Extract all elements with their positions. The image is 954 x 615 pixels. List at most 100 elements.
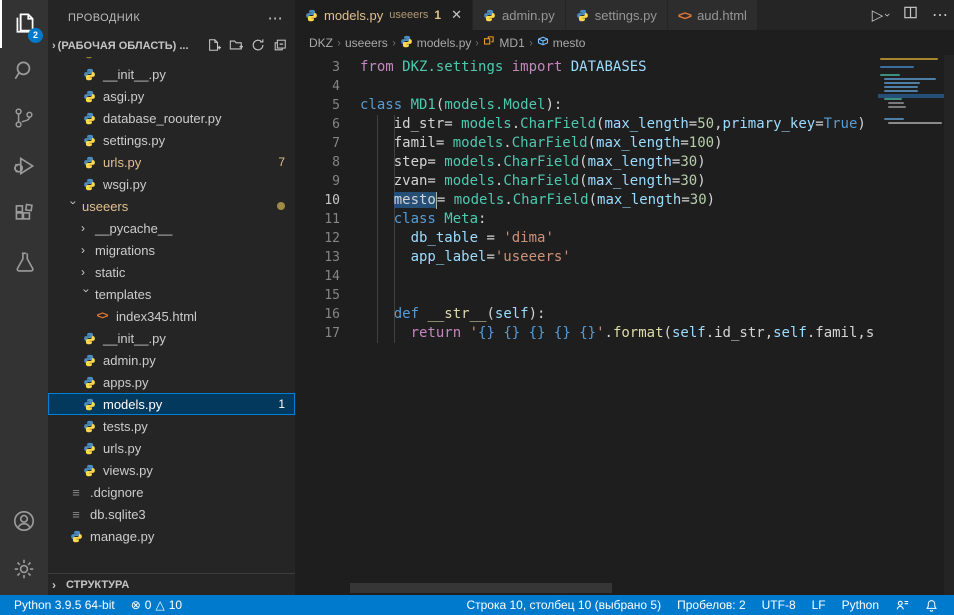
tree-item-urls-py[interactable]: urls.py [48,437,295,459]
run-dropdown-chevron-icon[interactable]: › [881,13,893,17]
python-icon [81,134,97,147]
tab-models-py[interactable]: models.pyuseeers1✕ [295,0,473,30]
tree-item-db-sqlite3[interactable]: ≡db.sqlite3 [48,503,295,525]
tree-item-wsgi-py[interactable]: wsgi.py [48,173,295,195]
breadcrumb-item-models-py[interactable]: models.py [400,35,472,51]
extensions-activity-button[interactable] [0,192,48,240]
code-line-15: 15 [295,286,878,305]
status-bar-left: Python 3.9.5 64-bit ⊗ 0 △ 10 [0,595,188,615]
tree-item-useeers[interactable]: ›useeers [48,195,295,217]
encoding-status[interactable]: UTF-8 [756,595,802,615]
tree-item-manage-py[interactable]: manage.py [48,525,295,547]
new-file-icon[interactable] [207,38,221,55]
code-editor[interactable]: 3from DKZ.settings import DATABASES45cla… [295,55,878,595]
file-icon: ≡ [68,507,84,522]
problems-badge: 7 [278,155,285,169]
python-icon [81,332,97,345]
refresh-icon[interactable] [251,38,265,55]
breadcrumb-item-dkz[interactable]: DKZ [309,36,333,50]
tree-item-tests-py[interactable]: tests.py [48,415,295,437]
tree-item-label: __init__.py [103,67,166,82]
file-icon: ≡ [68,485,84,500]
problems-status[interactable]: ⊗ 0 △ 10 [125,595,188,615]
minimap[interactable] [878,55,944,595]
split-editor-icon[interactable] [903,5,918,25]
tree-item-migrations[interactable]: ›migrations [48,239,295,261]
horizontal-scrollbar[interactable] [350,583,612,593]
feedback-icon[interactable] [889,595,915,615]
cursor-position-status[interactable]: Строка 10, столбец 10 (выбрано 5) [460,595,667,615]
line-number: 7 [295,134,340,153]
settings-gear-button[interactable] [0,547,48,595]
tree-item-models-py[interactable]: models.py1 [48,393,295,415]
close-icon[interactable]: ✕ [451,7,462,23]
breadcrumb-item-mesto[interactable]: mesto [537,35,586,50]
tree-item-settings-py[interactable]: settings.py [48,129,295,151]
tree-item-label: manage.py [90,529,154,544]
run-debug-activity-button[interactable] [0,144,48,192]
run-python-button[interactable]: ▷ › [872,6,889,24]
code-line-12: 12 db_table = 'dima' [295,229,878,248]
source-control-activity-button[interactable] [0,96,48,144]
tree-item-admin-py[interactable]: admin.py [48,349,295,371]
indentation-status[interactable]: Пробелов: 2 [671,595,752,615]
python-icon [81,68,97,81]
minimap-line [888,122,942,124]
sidebar-more-actions-icon[interactable]: ⋯ [268,9,283,27]
tree-item-label: models.py [103,397,162,412]
code-line-3: 3from DKZ.settings import DATABASES [295,58,878,77]
vertical-scrollbar[interactable] [944,55,954,595]
tab-settings-py[interactable]: settings.py [566,0,668,30]
chevron-right-icon: › [476,36,480,49]
tab-admin-py[interactable]: admin.py [473,0,566,30]
editor-actions: ▷ › ⋯ [872,0,948,30]
chevron-right-icon: › [529,36,533,49]
code-text: return '{} {} {} {} {}'.format(self.id_s… [360,324,874,343]
tree-item-templates[interactable]: ›templates [48,283,295,305]
tree-item-static[interactable]: ›static [48,261,295,283]
chevron-down-icon: › [66,201,80,213]
breadcrumb-item-md1[interactable]: MD1 [483,35,524,50]
breadcrumb-label: mesto [553,36,586,50]
editor-more-actions-icon[interactable]: ⋯ [932,5,948,25]
python-icon [81,442,97,455]
python-interpreter-status[interactable]: Python 3.9.5 64-bit [8,595,121,615]
git-branch-icon [11,105,37,136]
account-button[interactable] [0,499,48,547]
warning-icon: △ [155,598,164,612]
tree-item--dcignore[interactable]: ≡.dcignore [48,481,295,503]
tree-item-asgi-py[interactable]: asgi.py [48,85,295,107]
search-icon [11,57,37,88]
tab-label: models.py [324,8,383,23]
tree-item-views-py[interactable]: views.py [48,459,295,481]
outline-section-header[interactable]: › СТРУКТУРА [48,573,295,595]
chevron-right-icon: › [392,36,396,49]
tab-aud-html[interactable]: <>aud.html [668,0,758,30]
python-icon [483,9,496,22]
collapse-folders-icon[interactable] [273,38,287,55]
explorer-activity-button[interactable]: 2 [0,0,48,48]
tree-item-index345-html[interactable]: <>index345.html [48,305,295,327]
minimap-line [884,86,918,88]
new-folder-icon[interactable] [229,38,243,55]
tree-item-database-roouter-py[interactable]: database_roouter.py [48,107,295,129]
debug-icon [11,153,37,184]
tree-item--init-py[interactable]: __init__.py [48,63,295,85]
tree-item-apps-py[interactable]: apps.py [48,371,295,393]
line-number: 15 [295,286,340,305]
testing-activity-button[interactable] [0,240,48,288]
breadcrumb-item-useeers[interactable]: useeers [345,36,388,50]
tree-item--pycache-[interactable]: ›__pycache__ [48,217,295,239]
language-mode-status[interactable]: Python [836,595,885,615]
python-icon [400,35,413,51]
minimap-line [880,58,938,60]
tree-item--init-py[interactable]: __init__.py [48,327,295,349]
bell-icon[interactable] [919,595,944,615]
html-icon: <> [94,310,110,322]
workspace-section-header[interactable]: › (РАБОЧАЯ ОБЛАСТЬ) ... [48,35,295,57]
search-activity-button[interactable] [0,48,48,96]
eol-status[interactable]: LF [806,595,832,615]
tree-item-urls-py[interactable]: urls.py7 [48,151,295,173]
python-icon [576,9,589,22]
tree-item-label: __pycache__ [95,221,172,236]
